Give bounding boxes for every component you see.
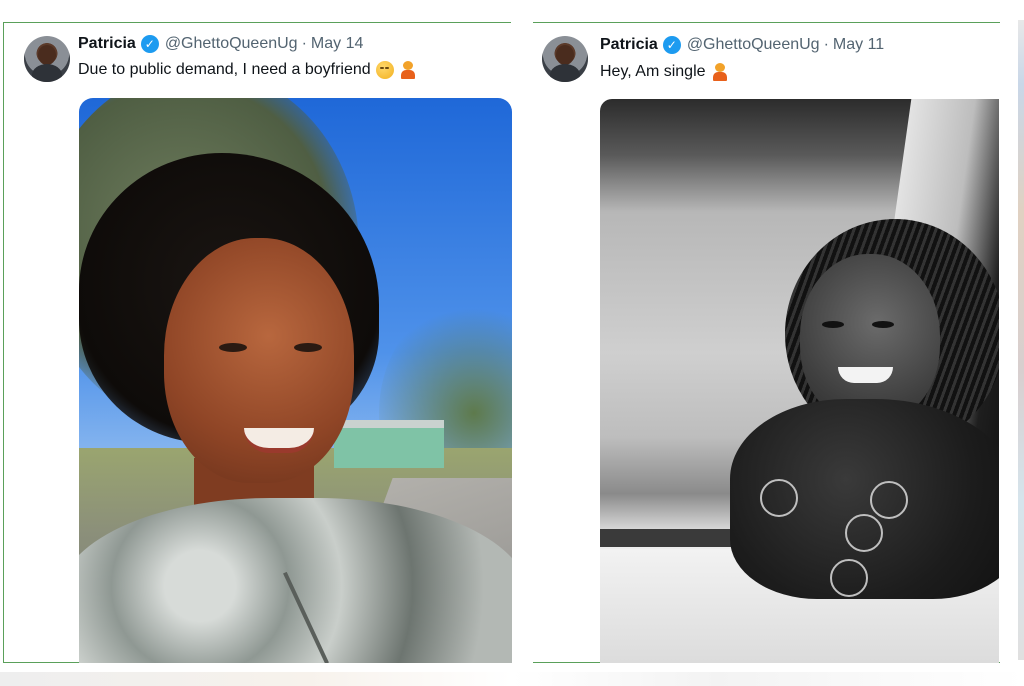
person-raising-hand-icon [399,61,417,79]
adjacent-content-strip [0,672,1024,686]
avatar[interactable] [24,36,70,82]
tweet-card-2[interactable]: Patricia ✓ @GhettoQueenUg · May 11 Hey, … [533,22,1000,663]
tweet-text-content: Hey, Am single [600,63,706,80]
tweet-text: Hey, Am single [600,63,729,81]
separator: · [823,36,829,53]
tweet-header: Patricia ✓ @GhettoQueenUg · May 14 [78,35,363,53]
tweet-photo[interactable] [600,99,999,663]
author-name[interactable]: Patricia [600,36,658,54]
author-handle[interactable]: @GhettoQueenUg [687,36,820,54]
adjacent-content-edge [1018,20,1024,660]
avatar[interactable] [542,36,588,82]
tweet-header: Patricia ✓ @GhettoQueenUg · May 11 [600,36,884,54]
person-raising-hand-icon [711,63,729,81]
tweet-photo[interactable] [79,98,512,663]
tweet-text-content: Due to public demand, I need a boyfriend [78,61,371,78]
author-handle[interactable]: @GhettoQueenUg [165,35,298,53]
tweet-date[interactable]: May 14 [311,35,363,53]
tweet-text: Due to public demand, I need a boyfriend [78,61,417,79]
separator: · [301,35,307,52]
verified-badge-icon: ✓ [662,36,681,54]
tweet-card-1[interactable]: Patricia ✓ @GhettoQueenUg · May 14 Due t… [3,22,512,663]
verified-badge-icon: ✓ [140,35,159,53]
smirking-face-icon [375,61,394,79]
tweet-date[interactable]: May 11 [833,36,884,54]
author-name[interactable]: Patricia [78,35,136,53]
